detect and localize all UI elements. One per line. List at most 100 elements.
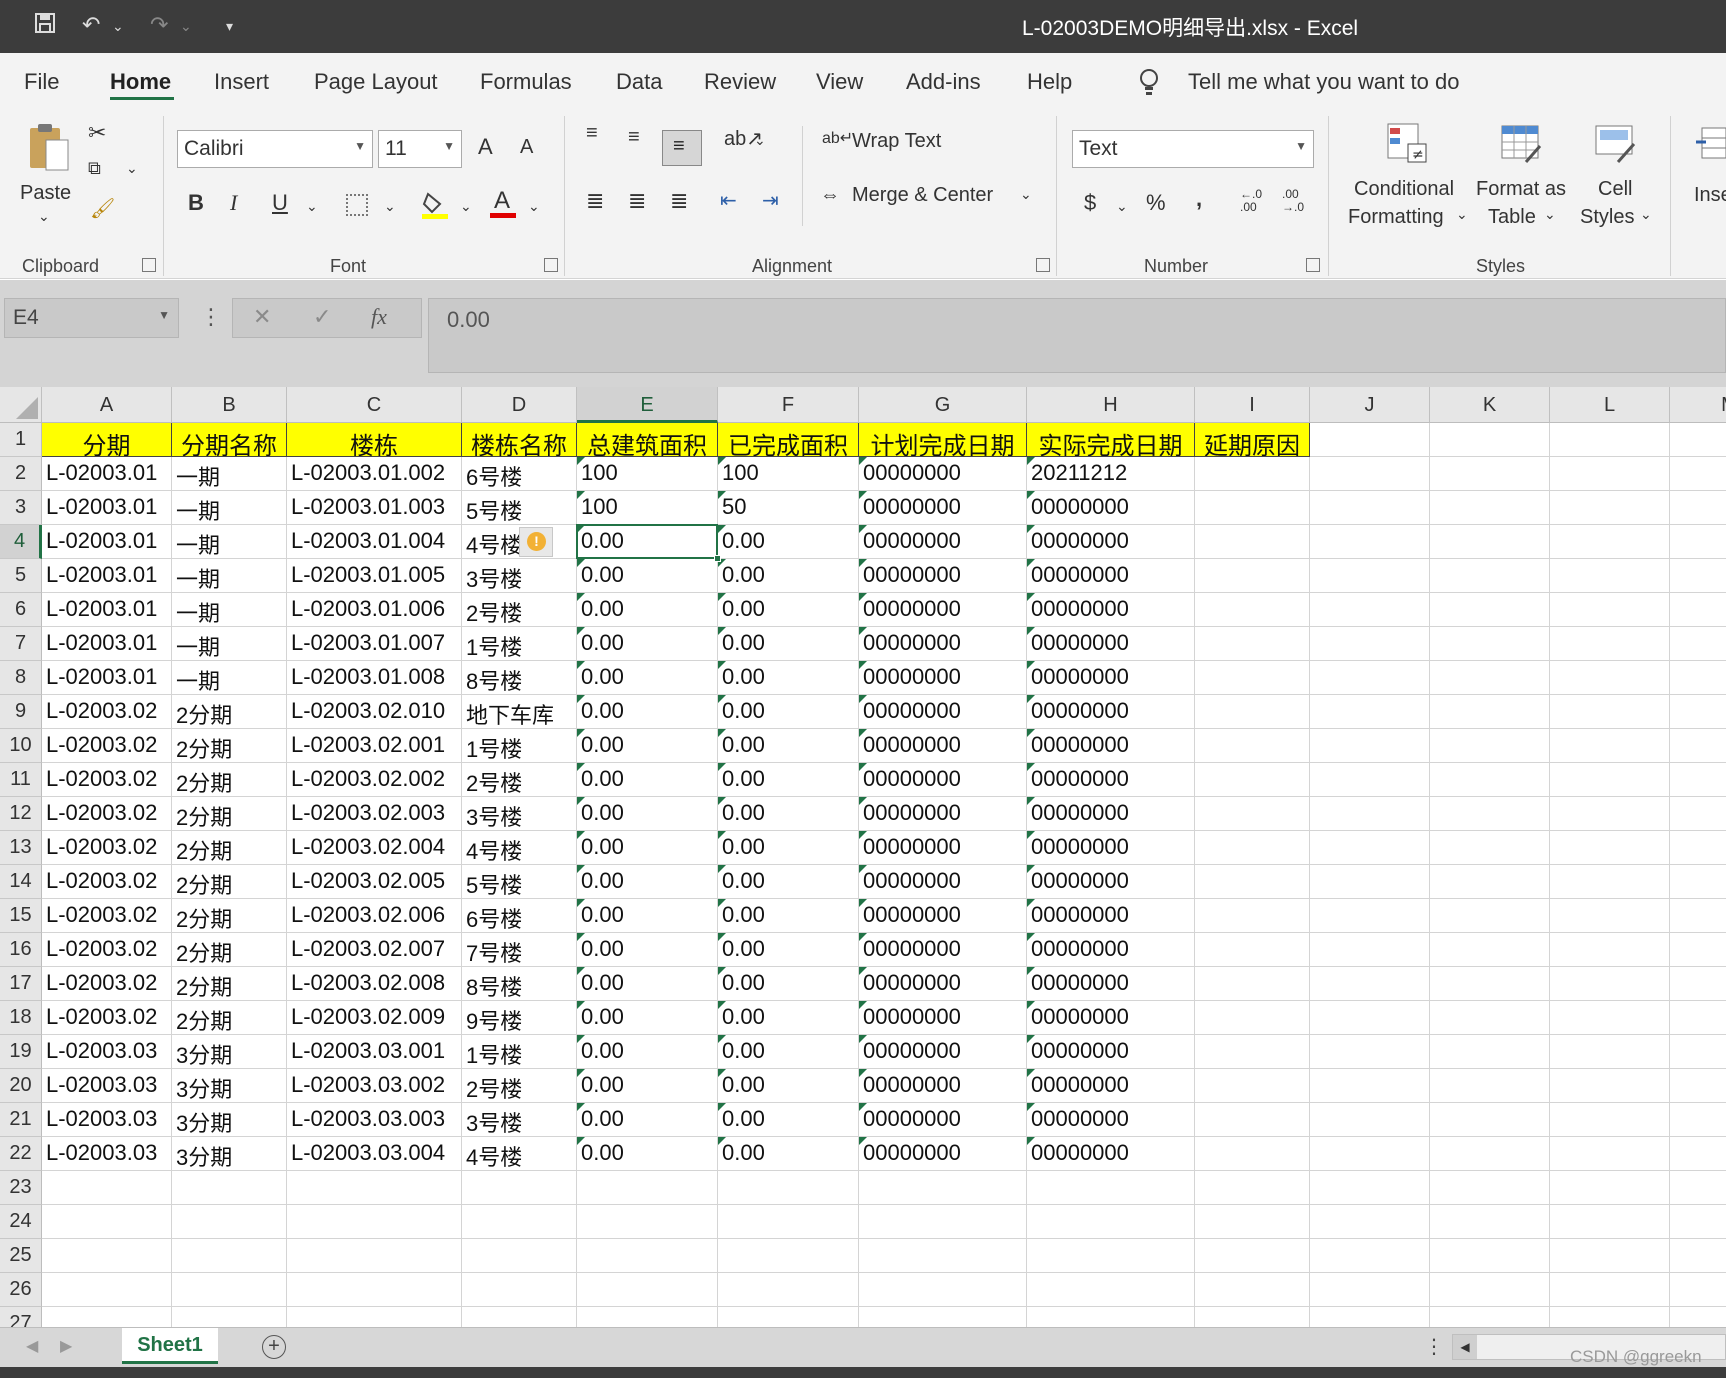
empty-cell[interactable] xyxy=(1670,1171,1726,1205)
table-cell[interactable] xyxy=(1195,491,1310,525)
conditional-formatting-label-2[interactable]: Formatting xyxy=(1348,206,1444,229)
empty-cell[interactable] xyxy=(1550,1001,1670,1035)
underline-button[interactable]: U xyxy=(272,190,288,216)
font-name-select[interactable]: Calibri ▼ xyxy=(177,130,373,168)
header-cell[interactable]: 已完成面积 xyxy=(718,423,859,457)
table-cell[interactable]: 00000000 xyxy=(1027,661,1195,695)
tab-formulas[interactable]: Formulas xyxy=(480,69,572,95)
table-cell[interactable]: L-02003.02 xyxy=(42,933,172,967)
table-cell[interactable]: 100 xyxy=(577,457,718,491)
empty-cell[interactable] xyxy=(1195,1171,1310,1205)
table-cell[interactable] xyxy=(1195,593,1310,627)
table-cell[interactable]: 00000000 xyxy=(859,831,1027,865)
empty-cell[interactable] xyxy=(42,1239,172,1273)
table-cell[interactable] xyxy=(1195,1103,1310,1137)
empty-cell[interactable] xyxy=(1670,1307,1726,1327)
table-cell[interactable]: 00000000 xyxy=(859,491,1027,525)
empty-cell[interactable] xyxy=(1310,1001,1430,1035)
empty-cell[interactable] xyxy=(718,1273,859,1307)
table-cell[interactable]: L-02003.01 xyxy=(42,627,172,661)
table-cell[interactable]: 0.00 xyxy=(718,831,859,865)
empty-cell[interactable] xyxy=(577,1239,718,1273)
tab-page-layout[interactable]: Page Layout xyxy=(314,69,438,95)
empty-cell[interactable] xyxy=(718,1239,859,1273)
empty-cell[interactable] xyxy=(1027,1273,1195,1307)
redo-icon[interactable]: ↷ xyxy=(150,12,168,38)
copy-dropdown-icon[interactable]: ⌄ xyxy=(126,160,138,177)
tab-review[interactable]: Review xyxy=(704,69,776,95)
table-cell[interactable]: 00000000 xyxy=(859,593,1027,627)
column-header-m[interactable]: M xyxy=(1670,387,1726,423)
align-right-icon[interactable]: ≣ xyxy=(670,188,688,214)
table-cell[interactable]: 00000000 xyxy=(1027,593,1195,627)
header-cell[interactable]: 分期名称 xyxy=(172,423,287,457)
table-cell[interactable] xyxy=(1195,729,1310,763)
empty-cell[interactable] xyxy=(1430,899,1550,933)
empty-cell[interactable] xyxy=(1550,593,1670,627)
table-cell[interactable]: 2分期 xyxy=(172,899,287,933)
table-cell[interactable]: 0.00 xyxy=(577,967,718,1001)
empty-cell[interactable] xyxy=(1670,797,1726,831)
empty-cell[interactable] xyxy=(1670,933,1726,967)
table-cell[interactable]: 00000000 xyxy=(859,695,1027,729)
empty-cell[interactable] xyxy=(1670,1273,1726,1307)
italic-button[interactable]: I xyxy=(230,190,237,216)
empty-cell[interactable] xyxy=(859,1307,1027,1327)
table-cell[interactable]: L-02003.03 xyxy=(42,1035,172,1069)
table-cell[interactable]: 00000000 xyxy=(1027,763,1195,797)
empty-cell[interactable] xyxy=(42,1171,172,1205)
table-cell[interactable]: L-02003.02 xyxy=(42,729,172,763)
empty-cell[interactable] xyxy=(462,1273,577,1307)
table-cell[interactable]: 00000000 xyxy=(859,865,1027,899)
empty-cell[interactable] xyxy=(287,1239,462,1273)
warning-icon[interactable]: ! xyxy=(519,527,553,557)
table-cell[interactable]: 00000000 xyxy=(1027,627,1195,661)
table-cell[interactable]: L-02003.01 xyxy=(42,661,172,695)
table-cell[interactable]: 4号楼 xyxy=(462,831,577,865)
table-cell[interactable]: 0.00 xyxy=(577,593,718,627)
empty-cell[interactable] xyxy=(1670,627,1726,661)
cancel-icon[interactable]: ✕ xyxy=(253,304,271,330)
table-cell[interactable]: L-02003.02.006 xyxy=(287,899,462,933)
table-cell[interactable] xyxy=(1195,627,1310,661)
table-cell[interactable]: L-02003.02.001 xyxy=(287,729,462,763)
next-sheet-icon[interactable]: ▶ xyxy=(60,1336,72,1356)
column-header-f[interactable]: F xyxy=(718,387,859,423)
empty-cell[interactable] xyxy=(1195,1307,1310,1327)
table-cell[interactable]: 一期 xyxy=(172,627,287,661)
format-as-table-icon[interactable] xyxy=(1500,122,1544,166)
empty-cell[interactable] xyxy=(1310,763,1430,797)
redo-dropdown-icon[interactable]: ⌄ xyxy=(180,18,192,35)
empty-cell[interactable] xyxy=(1670,865,1726,899)
empty-cell[interactable] xyxy=(462,1205,577,1239)
currency-button[interactable]: $ xyxy=(1084,190,1096,216)
fill-handle[interactable] xyxy=(714,555,721,562)
table-cell[interactable]: 00000000 xyxy=(859,1035,1027,1069)
empty-cell[interactable] xyxy=(1430,1205,1550,1239)
empty-cell[interactable] xyxy=(1430,627,1550,661)
table-cell[interactable]: 3号楼 xyxy=(462,797,577,831)
insert-cells-button[interactable]: Inse xyxy=(1694,184,1726,207)
empty-cell[interactable] xyxy=(1550,1069,1670,1103)
empty-cell[interactable] xyxy=(1195,1205,1310,1239)
table-cell[interactable]: 00000000 xyxy=(859,1069,1027,1103)
table-cell[interactable]: L-02003.03 xyxy=(42,1103,172,1137)
table-cell[interactable]: 6号楼 xyxy=(462,899,577,933)
column-header-d[interactable]: D xyxy=(462,387,577,423)
table-cell[interactable]: 00000000 xyxy=(859,1103,1027,1137)
table-cell[interactable]: 一期 xyxy=(172,491,287,525)
sheet-tab-sheet1[interactable]: Sheet1 xyxy=(122,1328,218,1364)
row-header-8[interactable]: 8 xyxy=(0,661,42,695)
table-cell[interactable]: 3号楼 xyxy=(462,559,577,593)
empty-cell[interactable] xyxy=(1670,899,1726,933)
table-cell[interactable] xyxy=(1195,559,1310,593)
table-cell[interactable] xyxy=(1195,967,1310,1001)
table-cell[interactable]: 2分期 xyxy=(172,831,287,865)
row-header-19[interactable]: 19 xyxy=(0,1035,42,1069)
empty-cell[interactable] xyxy=(1310,933,1430,967)
empty-cell[interactable] xyxy=(287,1307,462,1327)
bold-button[interactable]: B xyxy=(188,190,204,216)
row-header-25[interactable]: 25 xyxy=(0,1239,42,1273)
empty-cell[interactable] xyxy=(1670,1103,1726,1137)
decrease-decimal-button[interactable]: .00 →.0 xyxy=(1282,188,1304,214)
